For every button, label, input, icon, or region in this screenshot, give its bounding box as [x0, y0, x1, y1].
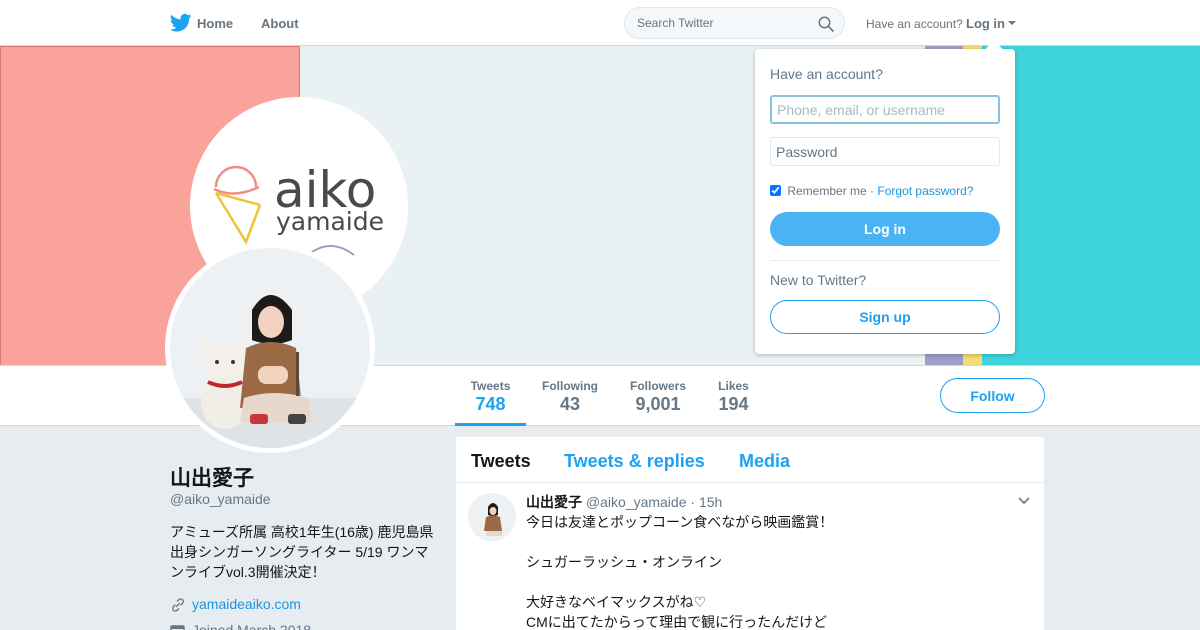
profile-bio: アミューズ所属 高校1年生(16歳) 鹿児島県出身シンガーソングライター 5/1…: [170, 524, 434, 580]
remember-separator: ·: [870, 184, 875, 198]
stat-following[interactable]: Following 43: [535, 366, 605, 426]
dropdown-divider: [770, 260, 1000, 261]
timeline-panel: Tweets Tweets & replies Media 山出愛子 @aiko…: [456, 437, 1044, 630]
avatar-photo: [170, 248, 370, 448]
dropdown-title: Have an account?: [770, 66, 883, 82]
profile-avatar[interactable]: [165, 243, 375, 453]
follow-button[interactable]: Follow: [940, 378, 1045, 413]
login-menu-link[interactable]: Log in: [966, 16, 1005, 31]
tab-media[interactable]: Media: [739, 451, 790, 472]
top-navigation-bar: Home About Have an account? Log in: [0, 0, 1200, 46]
remember-me-label[interactable]: Remember me: [787, 184, 866, 198]
new-to-twitter-text: New to Twitter?: [770, 272, 867, 288]
remember-row: Remember me · Forgot password?: [770, 184, 973, 198]
signup-button[interactable]: Sign up: [770, 300, 1000, 334]
have-account-text: Have an account?: [866, 17, 963, 31]
tweet-avatar[interactable]: [468, 493, 516, 541]
tweet-avatar-photo: [468, 493, 516, 541]
nav-about-link[interactable]: About: [261, 16, 299, 31]
username-input[interactable]: [770, 95, 1000, 124]
search-input[interactable]: [637, 16, 812, 30]
stat-label: Followers: [629, 379, 686, 393]
tab-tweets[interactable]: Tweets: [471, 451, 531, 472]
tab-tweets-and-replies[interactable]: Tweets & replies: [564, 451, 705, 472]
search-icon[interactable]: [818, 16, 834, 32]
tweet-header: 山出愛子 @aiko_yamaide · 15h: [526, 492, 722, 512]
stat-label: Following: [542, 379, 598, 393]
login-button[interactable]: Log in: [770, 212, 1000, 246]
stat-followers[interactable]: Followers 9,001: [623, 366, 693, 426]
profile-handle[interactable]: @aiko_yamaide: [170, 491, 271, 507]
tweet-text: 今日は友達とポップコーン食べながら映画鑑賞！ シュガーラッシュ・オンライン 大好…: [526, 514, 834, 630]
calendar-icon: [170, 625, 185, 630]
tweet-separator: ·: [690, 494, 696, 510]
stat-value: 194: [718, 394, 749, 414]
profile-website-link[interactable]: yamaideaiko.com: [192, 596, 301, 612]
timeline-tabs: Tweets Tweets & replies Media: [456, 437, 1044, 483]
tweet-timestamp[interactable]: 15h: [699, 494, 722, 510]
tweet-author-name[interactable]: 山出愛子: [526, 494, 582, 510]
twitter-bird-icon[interactable]: [170, 13, 192, 33]
tweet-author-handle[interactable]: @aiko_yamaide: [586, 494, 687, 510]
stat-value: 43: [559, 394, 581, 414]
caret-down-icon[interactable]: [1008, 21, 1016, 25]
stat-value: 9,001: [635, 394, 681, 414]
login-dropdown: Have an account? Remember me · Forgot pa…: [755, 40, 1015, 354]
logo-text-yamaide: yamaide: [276, 207, 384, 236]
remember-me-checkbox[interactable]: [770, 185, 781, 196]
link-icon: [172, 598, 184, 612]
search-box: [624, 7, 845, 39]
profile-joined-date: Joined March 2018: [192, 622, 312, 630]
forgot-password-link[interactable]: Forgot password?: [877, 184, 973, 198]
nav-home-link[interactable]: Home: [197, 16, 233, 31]
stat-tweets[interactable]: Tweets 748: [455, 366, 526, 426]
profile-name[interactable]: 山出愛子: [170, 462, 254, 492]
chevron-down-icon[interactable]: [1018, 497, 1030, 505]
stat-label: Likes: [718, 379, 749, 393]
stat-likes[interactable]: Likes 194: [711, 366, 756, 426]
stat-label: Tweets: [470, 379, 511, 393]
stat-value: 748: [475, 394, 506, 414]
password-input[interactable]: [770, 137, 1000, 166]
